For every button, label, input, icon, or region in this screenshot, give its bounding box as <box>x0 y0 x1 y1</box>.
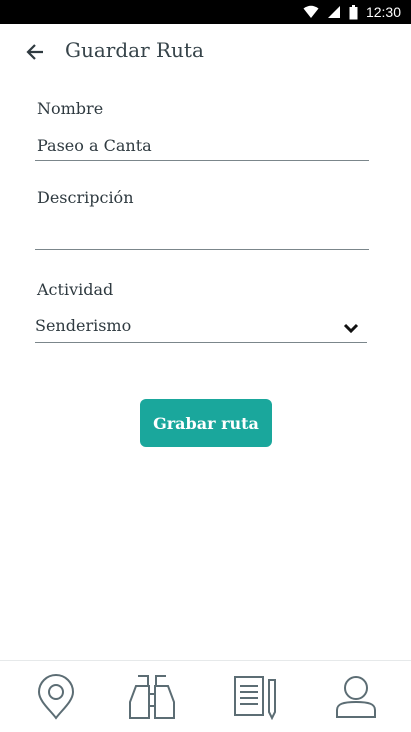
activity-dropdown[interactable]: Senderismo <box>35 312 367 343</box>
name-label: Nombre <box>37 99 104 118</box>
signal-icon <box>327 6 340 18</box>
app-bar: Guardar Ruta <box>0 24 411 80</box>
activity-selected: Senderismo <box>35 316 132 335</box>
status-time: 12:30 <box>365 4 401 20</box>
battery-icon <box>349 4 358 19</box>
arrow-back-icon <box>26 44 43 60</box>
description-label: Descripción <box>37 188 134 207</box>
description-field[interactable] <box>35 225 369 250</box>
page-title: Guardar Ruta <box>65 38 204 62</box>
name-field[interactable] <box>35 136 369 161</box>
bottom-nav <box>0 660 411 732</box>
nav-item-notes[interactable] <box>224 671 284 723</box>
activity-label: Actividad <box>37 280 114 299</box>
wifi-icon <box>303 5 319 18</box>
binoculars-icon <box>129 675 175 719</box>
profile-icon <box>336 676 376 718</box>
notes-icon <box>234 676 276 720</box>
back-button[interactable] <box>20 36 50 68</box>
record-route-button[interactable]: Grabar ruta <box>140 399 272 447</box>
status-icons: 12:30 <box>303 0 401 24</box>
nav-item-map[interactable] <box>26 671 86 723</box>
nav-item-profile[interactable] <box>326 671 386 723</box>
location-pin-icon <box>37 674 75 720</box>
status-bar: 12:30 <box>0 0 411 24</box>
nav-item-explore[interactable] <box>122 671 182 723</box>
chevron-down-icon <box>343 323 359 334</box>
